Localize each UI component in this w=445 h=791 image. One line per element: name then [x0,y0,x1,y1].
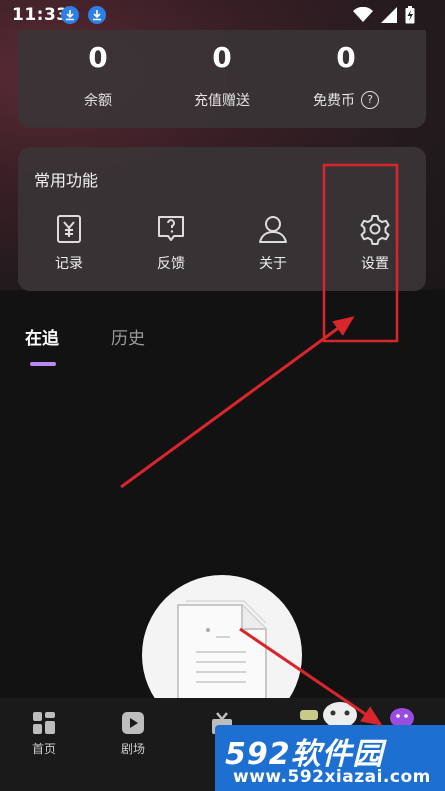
record-yen-icon [57,215,81,243]
stat-value: 0 [336,41,356,74]
tab-history[interactable]: 历史 [111,324,145,349]
nav-home[interactable]: 首页 [14,710,74,757]
function-settings[interactable]: 设置 [340,213,410,273]
feedback-icon [158,216,184,241]
status-bar: 11:33 [0,0,445,30]
nav-label: 剧场 [120,742,145,756]
tab-following[interactable]: 在追 [25,324,59,349]
follow-history-tabs: 在追 历史 [0,318,445,368]
nav-theater[interactable]: 剧场 [103,710,163,757]
home-grid-icon [33,712,55,734]
stat-value: 0 [212,41,232,74]
watermark-url: www.592xiazai.com [233,767,431,787]
stat-label: 余额 [84,93,112,109]
play-icon [122,712,144,734]
balance-card: 0 余额 0 充值赠送 0 免费币 ? [18,30,426,128]
function-label: 记录 [55,256,83,272]
stat-label: 充值赠送 [194,93,250,109]
stat-value: 0 [88,41,108,74]
section-title: 常用功能 [34,171,99,190]
active-tab-indicator [30,362,56,366]
site-watermark: 592软件园 www.592xiazai.com [215,725,445,791]
download-icon [88,6,106,24]
battery-charging-icon [405,6,415,24]
function-label: 关于 [259,256,287,272]
download-icon [61,6,79,24]
function-about[interactable]: 关于 [238,213,308,273]
common-functions-card: 常用功能 记录 反馈 关于 设置 [18,147,426,291]
signal-icon [381,7,397,23]
stat-free-coins[interactable]: 0 免费币 ? [278,40,414,110]
function-feedback[interactable]: 反馈 [136,213,206,273]
stat-label: 免费币 [313,93,355,109]
help-icon[interactable]: ? [361,91,379,109]
function-label: 反馈 [157,256,185,272]
stat-recharge-bonus[interactable]: 0 充值赠送 [154,40,290,110]
function-label: 设置 [361,256,389,272]
function-record[interactable]: 记录 [34,213,104,273]
user-icon [259,216,287,243]
wifi-icon [353,7,373,22]
stat-balance[interactable]: 0 余额 [30,40,166,110]
gear-icon [360,215,390,245]
nav-label: 首页 [31,742,56,756]
